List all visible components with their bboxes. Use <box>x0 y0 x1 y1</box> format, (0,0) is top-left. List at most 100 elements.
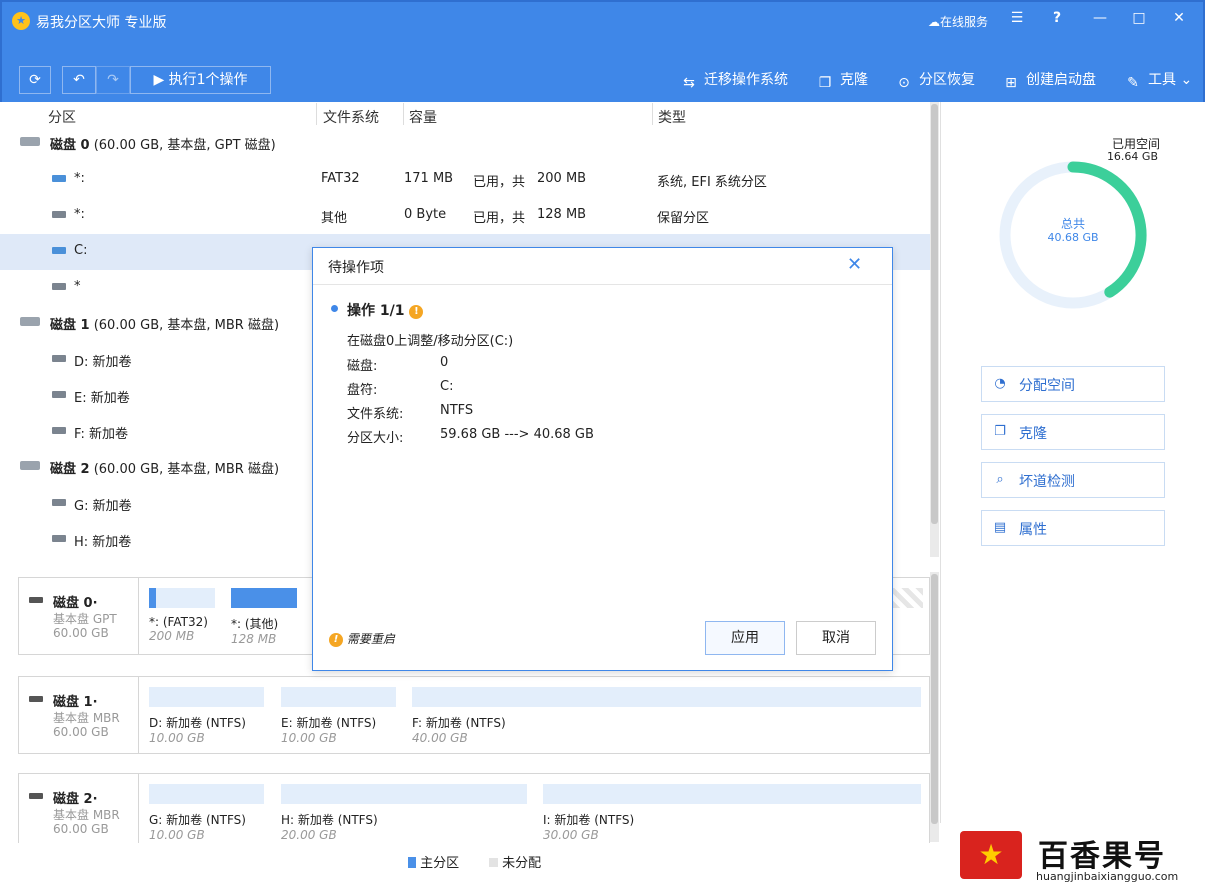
partition-icon <box>52 535 66 542</box>
disk-map-label: 磁盘 2· 基本盘 MBR 60.00 GB <box>19 774 139 843</box>
disk-map-type: 基本盘 MBR <box>53 711 120 725</box>
disk-map[interactable]: 磁盘 1· 基本盘 MBR 60.00 GB D: 新加卷 (NTFS) 10.00 G… <box>18 676 930 754</box>
recover-icon: ⊙ <box>898 75 910 91</box>
recover-partition-label: 分区恢复 <box>919 72 975 88</box>
disk-name-text: 磁盘 0 <box>50 138 90 153</box>
detail-value: NTFS <box>440 403 474 418</box>
partition-used: 171 MB <box>404 171 454 186</box>
partition-segment-size: 30.00 GB <box>543 828 599 842</box>
partition-segment-size: 200 MB <box>149 629 195 643</box>
partition-type: 系统, EFI 系统分区 <box>657 175 767 190</box>
bullet-icon <box>331 305 338 312</box>
map-scrollbar-thumb[interactable] <box>931 574 938 824</box>
recover-partition-button[interactable]: ⊙ 分区恢复 <box>895 69 975 93</box>
partition-segment-name: I: 新加卷 (NTFS) <box>543 813 635 827</box>
watermark-logo-icon: ★ <box>960 831 1022 879</box>
partition-type: 保留分区 <box>657 211 710 226</box>
disk-map[interactable]: 磁盘 2· 基本盘 MBR 60.00 GB G: 新加卷 (NTFS) 10.00 G… <box>18 773 930 843</box>
detail-value: C: <box>440 379 454 394</box>
undo-button[interactable]: ↶ <box>62 66 96 94</box>
partition-row[interactable]: *: 其他 0 Byte 已用，共 128 MB 保留分区 <box>0 198 930 234</box>
partition-name: C: <box>74 243 88 258</box>
partition-segment-name: H: 新加卷 (NTFS) <box>281 813 378 827</box>
partition-bar <box>543 784 921 804</box>
online-service-link[interactable]: ☁在线服务 <box>928 13 988 30</box>
clone-toolbar-label: 克隆 <box>840 72 868 88</box>
partition-name: F: 新加卷 <box>74 427 128 442</box>
create-boot-button[interactable]: ⊞ 创建启动盘 <box>1002 69 1096 93</box>
partition-bar <box>412 687 921 707</box>
detail-key: 文件系统: <box>347 407 404 422</box>
partition-segment-name: *: (其他) <box>231 617 279 631</box>
properties-label: 属性 <box>1019 522 1047 538</box>
detail-key: 磁盘: <box>347 359 378 374</box>
total-value: 40.68 GB <box>1047 231 1099 244</box>
partition-segment-name: F: 新加卷 (NTFS) <box>412 716 506 730</box>
column-divider <box>652 103 653 125</box>
legend-primary-label: 主分区 <box>420 856 460 871</box>
clone-toolbar-button[interactable]: ❐ 克隆 <box>816 69 868 93</box>
refresh-button[interactable]: ⟳ <box>19 66 51 94</box>
clone-icon: ❐ <box>818 75 832 91</box>
partition-segment[interactable]: *: (FAT32) 200 MB <box>149 588 215 643</box>
minimize-button[interactable]: — <box>1089 10 1111 26</box>
title-bar: ★ 易我分区大师 专业版 ☁在线服务 ☰ ? — □ ✕ ⟳ ↶ ↷ ▶ 执行1… <box>0 0 1205 102</box>
maximize-button[interactable]: □ <box>1128 10 1150 26</box>
partition-segment[interactable]: G: 新加卷 (NTFS) 10.00 GB <box>149 784 264 842</box>
partition-icon <box>52 283 66 290</box>
panel-divider <box>940 102 941 886</box>
watermark-url: huangjinbaixiangguo.com <box>1036 870 1179 883</box>
legend-unallocated-swatch <box>489 858 498 867</box>
redo-button[interactable]: ↷ <box>96 66 130 94</box>
disk-row[interactable]: 磁盘 0 (60.00 GB, 基本盘, GPT 磁盘) <box>0 125 930 161</box>
column-partition[interactable]: 分区 <box>48 107 76 127</box>
detail-value: 59.68 GB ---> 40.68 GB <box>440 427 594 442</box>
allocate-space-button[interactable]: ◔ 分配空间 <box>981 366 1165 402</box>
headset-icon: ☁ <box>928 15 940 29</box>
apply-button[interactable]: 应用 <box>705 621 785 655</box>
partition-row[interactable]: *: FAT32 171 MB 已用，共 200 MB 系统, EFI 系统分区 <box>0 162 930 198</box>
bad-sector-button[interactable]: ⌕ 坏道检测 <box>981 462 1165 498</box>
watermark-text: 百香果号 <box>1038 839 1166 874</box>
close-button[interactable]: ✕ <box>1168 10 1190 26</box>
system-partition-icon <box>52 247 66 254</box>
column-capacity[interactable]: 容量 <box>409 107 437 127</box>
tree-scrollbar-thumb[interactable] <box>931 104 938 524</box>
help-button[interactable]: ? <box>1046 10 1068 26</box>
partition-segment-name: E: 新加卷 (NTFS) <box>281 716 377 730</box>
partition-name: D: 新加卷 <box>74 355 132 370</box>
dialog-title: 待操作项 <box>328 260 384 276</box>
dialog-close-icon[interactable]: ✕ <box>847 254 862 275</box>
partition-total: 128 MB <box>537 207 587 222</box>
migrate-os-button[interactable]: ⇆ 迁移操作系统 <box>680 69 788 93</box>
disk-map-label: 磁盘 1· 基本盘 MBR 60.00 GB <box>19 677 139 753</box>
properties-button[interactable]: ▤ 属性 <box>981 510 1165 546</box>
partition-segment-size: 10.00 GB <box>281 731 337 745</box>
restart-text: 需要重启 <box>346 632 395 646</box>
clone-side-button[interactable]: ❐ 克隆 <box>981 414 1165 450</box>
partition-segment[interactable]: F: 新加卷 (NTFS) 40.00 GB <box>412 687 921 745</box>
partition-segment[interactable]: *: (其他) 128 MB <box>231 588 297 646</box>
partition-segment[interactable]: E: 新加卷 (NTFS) 10.00 GB <box>281 687 396 745</box>
tools-menu[interactable]: ✎ 工具 ⌄ <box>1124 69 1192 93</box>
column-type[interactable]: 类型 <box>658 107 686 127</box>
column-filesystem[interactable]: 文件系统 <box>323 107 379 127</box>
column-divider <box>403 103 404 125</box>
restart-notice: ! 需要重启 <box>329 630 395 647</box>
unallocated-segment[interactable] <box>893 588 923 608</box>
partition-segment-name: D: 新加卷 (NTFS) <box>149 716 246 730</box>
windows-icon: ⊞ <box>1005 75 1017 91</box>
app-title: 易我分区大师 专业版 <box>36 15 167 31</box>
app-logo-icon: ★ <box>12 12 30 30</box>
cancel-button[interactable]: 取消 <box>796 621 876 655</box>
disk-small-icon <box>29 793 43 799</box>
migrate-os-label: 迁移操作系统 <box>704 72 788 88</box>
partition-segment[interactable]: I: 新加卷 (NTFS) 30.00 GB <box>543 784 921 842</box>
partition-segment[interactable]: H: 新加卷 (NTFS) 20.00 GB <box>281 784 527 842</box>
detail-key: 盘符: <box>347 383 378 398</box>
menu-button[interactable]: ☰ <box>1006 10 1028 26</box>
partition-name: H: 新加卷 <box>74 535 132 550</box>
execute-button[interactable]: ▶ 执行1个操作 <box>130 66 271 94</box>
partition-segment[interactable]: D: 新加卷 (NTFS) 10.00 GB <box>149 687 264 745</box>
disk-name-text: 磁盘 2 <box>50 462 90 477</box>
